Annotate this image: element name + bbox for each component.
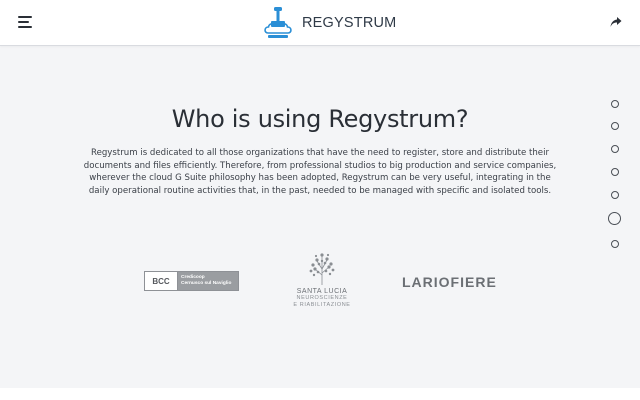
- santa-lucia-sub-2: E RIABILITAZIONE: [293, 301, 351, 308]
- regystrum-stamp-cloud-logo: [264, 7, 292, 38]
- tree-icon: [309, 253, 335, 285]
- footer-strip: [0, 388, 640, 400]
- bcc-text: Credicoop Cernusco sul Naviglio: [178, 272, 238, 290]
- share-arrow-icon[interactable]: [610, 16, 622, 28]
- section-title: Who is using Regystrum?: [171, 105, 469, 133]
- bcc-mark: BCC: [145, 272, 178, 290]
- nav-dot-1[interactable]: [611, 100, 619, 108]
- nav-dot-6-active[interactable]: [608, 212, 621, 225]
- santa-lucia-sub-1: NEUROSCIENZE: [296, 295, 348, 301]
- nav-dot-7[interactable]: [611, 240, 619, 248]
- main-section: Who is using Regystrum? Regystrum is ded…: [0, 47, 640, 387]
- nav-dot-2[interactable]: [611, 122, 619, 130]
- lariofiere-logo: LARIOFIERE: [402, 274, 497, 290]
- hamburger-menu-icon[interactable]: [18, 16, 32, 28]
- menu-line: [18, 21, 29, 23]
- nav-dot-5[interactable]: [611, 191, 619, 199]
- santa-lucia-name: SANTA LUCIA: [296, 288, 348, 295]
- nav-dot-3[interactable]: [611, 145, 619, 153]
- menu-line: [18, 26, 32, 28]
- top-header: REGYSTRUM: [0, 0, 640, 46]
- client-logos: BCC Credicoop Cernusco sul Naviglio SANT…: [0, 247, 640, 317]
- menu-line: [18, 16, 32, 18]
- section-description: Regystrum is dedicated to all those orga…: [83, 148, 557, 196]
- nav-dot-4[interactable]: [611, 168, 619, 176]
- santa-lucia-logo: SANTA LUCIA NEUROSCIENZE E RIABILITAZION…: [288, 251, 356, 308]
- brand-logo-link[interactable]: REGYSTRUM: [262, 6, 396, 40]
- brand-name: REGYSTRUM: [302, 15, 397, 31]
- bcc-credicoop-logo: BCC Credicoop Cernusco sul Naviglio: [144, 271, 239, 291]
- bcc-line-2: Cernusco sul Naviglio: [181, 281, 232, 286]
